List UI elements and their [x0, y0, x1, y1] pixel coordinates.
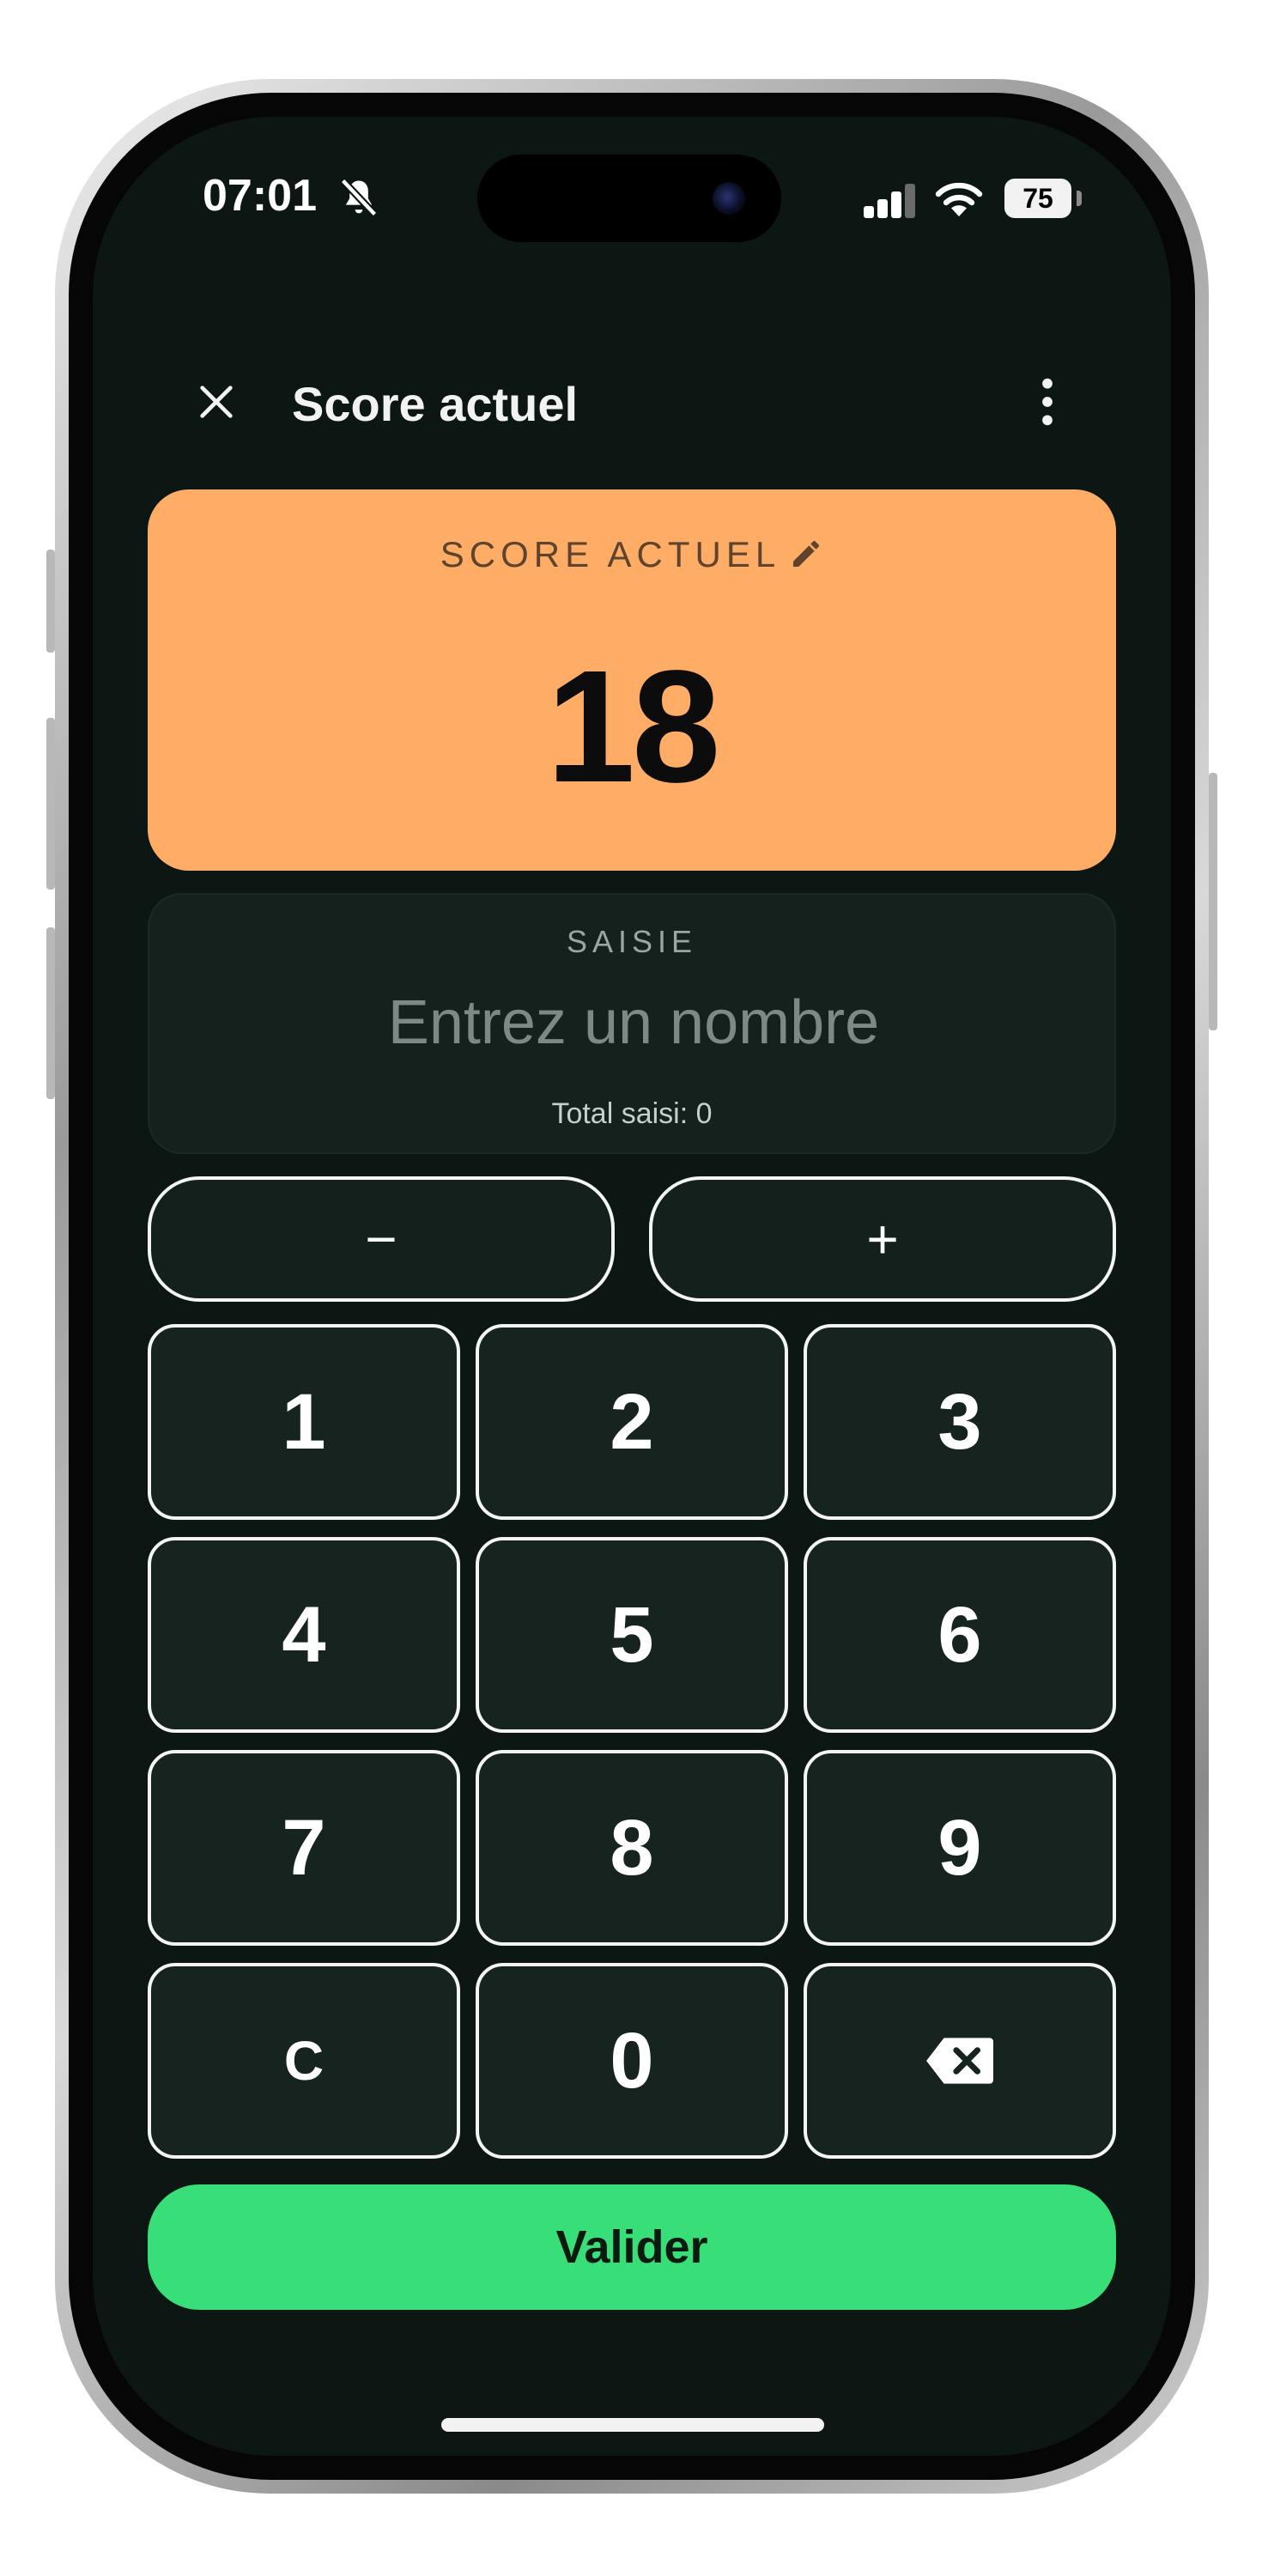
- submit-button[interactable]: Valider: [148, 2184, 1116, 2310]
- wifi-icon: [935, 182, 983, 216]
- page-title: Score actuel: [292, 377, 579, 431]
- app-screen: 07:01 75 Score actuel SCORE ACTUEL 18 SA…: [93, 117, 1171, 2456]
- key-4[interactable]: 4: [148, 1537, 460, 1733]
- key-3[interactable]: 3: [804, 1324, 1116, 1520]
- score-value: 18: [546, 638, 721, 816]
- status-time: 07:01: [203, 171, 317, 221]
- close-icon[interactable]: [192, 378, 240, 426]
- key-2[interactable]: 2: [476, 1324, 788, 1520]
- score-label-row: SCORE ACTUEL: [148, 534, 1116, 575]
- key-8[interactable]: 8: [476, 1750, 788, 1946]
- backspace-key[interactable]: [804, 1963, 1116, 2159]
- front-camera: [713, 182, 745, 215]
- key-1[interactable]: 1: [148, 1324, 460, 1520]
- backspace-icon: [926, 2038, 993, 2084]
- key-5[interactable]: 5: [476, 1537, 788, 1733]
- side-button-action: [46, 550, 55, 653]
- key-7[interactable]: 7: [148, 1750, 460, 1946]
- bell-slash-icon: [340, 178, 378, 217]
- plus-button[interactable]: +: [649, 1176, 1116, 1302]
- key-0[interactable]: 0: [476, 1963, 788, 2159]
- battery-tip: [1077, 191, 1082, 206]
- input-card: SAISIE Total saisi: 0: [148, 893, 1116, 1154]
- side-button-power: [1209, 773, 1217, 1030]
- more-vertical-icon[interactable]: [1037, 374, 1058, 429]
- key-9[interactable]: 9: [804, 1750, 1116, 1946]
- pencil-icon[interactable]: [789, 537, 823, 571]
- minus-button[interactable]: −: [148, 1176, 615, 1302]
- home-indicator[interactable]: [441, 2418, 824, 2432]
- side-button-volume-down: [46, 927, 55, 1099]
- cellular-signal-icon: [864, 184, 915, 218]
- current-score-card[interactable]: SCORE ACTUEL 18: [148, 489, 1116, 871]
- number-input[interactable]: [170, 984, 1097, 1061]
- battery-icon: 75: [1004, 179, 1071, 218]
- side-button-volume-up: [46, 718, 55, 890]
- score-label: SCORE ACTUEL: [440, 534, 781, 574]
- total-entered: Total saisi: 0: [551, 1097, 713, 1130]
- input-label: SAISIE: [566, 924, 698, 959]
- clear-key[interactable]: C: [148, 1963, 460, 2159]
- key-6[interactable]: 6: [804, 1537, 1116, 1733]
